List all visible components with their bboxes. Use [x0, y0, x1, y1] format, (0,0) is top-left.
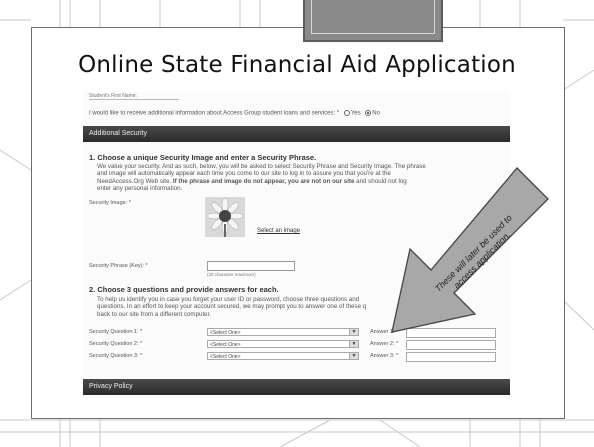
security-question-2-label: Security Question 2: * [89, 341, 143, 347]
info-no-label: No [372, 110, 380, 117]
embedded-screenshot: Student's First Name: I would like to re… [83, 92, 510, 398]
step2-heading: 2. Choose 3 questions and provide answer… [89, 285, 279, 294]
step2-paragraph: To help us identify you in case you forg… [97, 296, 497, 318]
title-tab-decoration [303, 0, 443, 42]
privacy-policy-header: Privacy Policy [83, 379, 510, 395]
security-question-2-value: <Select One> [210, 342, 241, 348]
step1-line-c-tail: and should not log [354, 177, 407, 185]
step2-line-c: back to our site from a different comput… [97, 310, 212, 318]
security-question-1-select[interactable]: <Select One> ▼ [207, 328, 359, 336]
answer-2-label: Answer 2: * [370, 341, 399, 347]
select-image-link[interactable]: Select an image [257, 228, 300, 234]
answer-1-label: Answer 1: * [370, 329, 399, 335]
additional-security-header: Additional Security [83, 126, 510, 142]
top-field-label: Student's First Name: [89, 93, 137, 99]
step1-line-c-bold: If the phrase and image do not appear, y… [172, 177, 355, 185]
step1-line-d: enter any personal information. [97, 185, 183, 193]
answer-2-input[interactable] [406, 340, 496, 350]
security-question-3-label: Security Question 3: * [89, 353, 143, 359]
answer-3-input[interactable] [406, 352, 496, 362]
answer-3-label: Answer 3: * [370, 353, 399, 359]
step1-line-a: We value your security. And as such, bel… [97, 163, 426, 170]
chevron-down-icon: ▼ [349, 353, 358, 359]
info-no-radio[interactable] [365, 110, 372, 116]
step2-line-b: questions. In an effort to keep your acc… [97, 303, 367, 311]
security-image-thumbnail[interactable] [205, 197, 245, 237]
slide-title: Online State Financial Aid Application [78, 52, 516, 78]
step1-line-c: NeedAccess.Org Web site. If the phrase a… [97, 178, 497, 185]
security-question-3-select[interactable]: <Select One> ▼ [207, 352, 359, 360]
security-image-label: Security Image: * [89, 200, 131, 206]
security-phrase-input[interactable] [207, 261, 295, 271]
info-question-row: I would like to receive additional infor… [89, 110, 380, 117]
step1-line-b: and image will automatically appear each… [97, 170, 391, 178]
step2-line-a: To help us identify you in case you forg… [97, 296, 360, 303]
info-yes-label: Yes [350, 110, 361, 117]
answer-1-input[interactable] [406, 328, 496, 338]
step1-line-c-normal: NeedAccess.Org Web site. [97, 177, 173, 185]
chevron-down-icon: ▼ [349, 329, 358, 335]
security-question-1-label: Security Question 1: * [89, 329, 143, 335]
step1-heading: 1. Choose a unique Security Image and en… [89, 153, 317, 162]
security-question-3-value: <Select One> [210, 354, 241, 360]
info-question-text: I would like to receive additional infor… [89, 110, 340, 117]
chevron-down-icon: ▼ [349, 341, 358, 347]
top-field[interactable]: Student's First Name: [89, 93, 179, 100]
info-yes-radio[interactable] [343, 110, 350, 116]
security-question-2-select[interactable]: <Select One> ▼ [207, 340, 359, 348]
step1-paragraph: We value your security. And as such, bel… [97, 163, 497, 193]
title-tab-inner [311, 0, 435, 34]
security-phrase-label: Security Phrase (Key): * [89, 263, 148, 269]
phrase-hint: (20 character maximum) [207, 272, 256, 277]
security-question-1-value: <Select One> [210, 330, 241, 336]
